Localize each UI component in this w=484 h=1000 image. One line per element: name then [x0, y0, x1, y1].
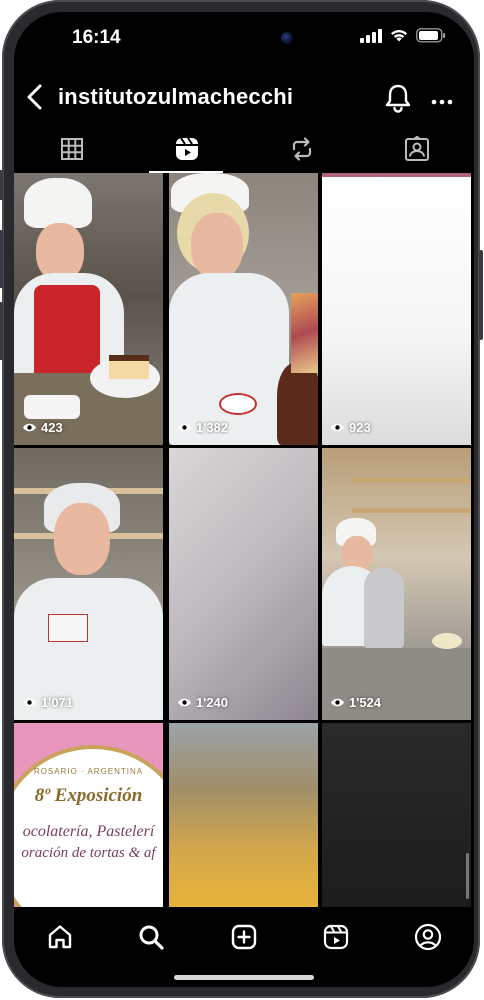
volume-up-button — [0, 230, 3, 288]
more-horizontal-icon — [431, 99, 453, 105]
nav-reels[interactable] — [316, 917, 356, 957]
reel-view-count: 1'524 — [330, 695, 381, 710]
reel-view-count: 923 — [330, 420, 371, 435]
views-eye-icon — [331, 698, 344, 707]
reel-thumbnail[interactable]: 1'071 — [14, 448, 163, 720]
mute-switch — [0, 170, 3, 200]
create-icon — [231, 924, 257, 950]
views-eye-icon — [331, 423, 344, 432]
back-button[interactable] — [24, 84, 46, 115]
poster-line-2: oración de tortas & af — [21, 845, 156, 861]
reel-thumbnail[interactable]: 1'524 — [322, 448, 471, 720]
nav-create[interactable] — [224, 917, 264, 957]
search-icon — [139, 925, 164, 950]
screen: 16:14 institutozulmachecchi 423 1'382 92… — [14, 12, 474, 987]
bell-icon — [385, 84, 411, 113]
reel-view-count: 1'071 — [22, 695, 73, 710]
reel-view-count-value: 1'071 — [41, 695, 74, 710]
reel-thumbnail[interactable] — [169, 723, 318, 907]
reposts-icon — [292, 137, 311, 161]
reels-grid: 423 1'382 923 1'071 1'240 1'524 ROSARIO … — [14, 173, 474, 907]
wifi-icon — [391, 30, 407, 42]
profile-icon — [414, 923, 442, 951]
reel-view-count: 423 — [22, 420, 63, 435]
home-icon — [48, 925, 72, 949]
tab-reposts[interactable] — [244, 125, 359, 173]
views-eye-icon — [178, 698, 191, 707]
front-camera — [281, 32, 293, 44]
poster-line-1: ocolatería, Pastelerí — [22, 823, 155, 840]
chevron-left-icon — [27, 84, 42, 110]
reel-view-count-value: 1'382 — [196, 420, 229, 435]
reels-nav-icon — [323, 924, 349, 950]
more-options-button[interactable] — [431, 92, 453, 110]
poster-location: ROSARIO · ARGENTINA — [33, 767, 144, 776]
cellular-signal-icon — [360, 28, 382, 43]
phone-frame: 16:14 institutozulmachecchi 423 1'382 92… — [0, 0, 483, 998]
reel-view-count: 1'382 — [177, 420, 228, 435]
tagged-icon — [404, 136, 429, 161]
poster-title: 8º Exposición — [34, 785, 143, 806]
reel-thumbnail[interactable] — [322, 723, 471, 907]
status-icons — [360, 28, 446, 43]
reel-thumbnail[interactable]: ROSARIO · ARGENTINA 8º Exposición ocolat… — [14, 723, 163, 907]
tab-reels[interactable] — [129, 125, 244, 173]
home-indicator[interactable] — [174, 975, 314, 980]
notifications-button[interactable] — [384, 83, 412, 118]
profile-username: institutozulmachecchi — [58, 84, 294, 109]
reel-view-count-value: 1'240 — [196, 695, 229, 710]
reel-thumbnail[interactable]: 423 — [14, 173, 163, 445]
volume-down-button — [0, 302, 3, 360]
reel-thumbnail[interactable]: 923 — [322, 173, 471, 445]
grid-icon — [60, 138, 83, 160]
scroll-indicator — [466, 853, 469, 899]
power-button — [479, 250, 483, 340]
nav-profile[interactable] — [408, 917, 448, 957]
profile-header: institutozulmachecchi — [14, 72, 474, 122]
tab-posts-grid[interactable] — [14, 125, 129, 173]
reel-view-count-value: 923 — [349, 420, 371, 435]
views-eye-icon — [23, 698, 36, 707]
tab-tagged[interactable] — [359, 125, 474, 173]
reel-thumbnail[interactable]: 1'382 — [169, 173, 318, 445]
reel-view-count: 1'240 — [177, 695, 228, 710]
views-eye-icon — [178, 423, 191, 432]
battery-icon — [416, 28, 446, 43]
views-eye-icon — [23, 423, 36, 432]
nav-search[interactable] — [131, 917, 171, 957]
profile-content-tabs — [14, 125, 474, 175]
nav-home[interactable] — [40, 917, 80, 957]
status-time: 16:14 — [72, 27, 121, 48]
reel-view-count-value: 423 — [41, 420, 63, 435]
reels-icon — [175, 137, 198, 160]
reel-view-count-value: 1'524 — [349, 695, 382, 710]
dynamic-island — [183, 21, 303, 56]
reel-thumbnail[interactable]: 1'240 — [169, 448, 318, 720]
